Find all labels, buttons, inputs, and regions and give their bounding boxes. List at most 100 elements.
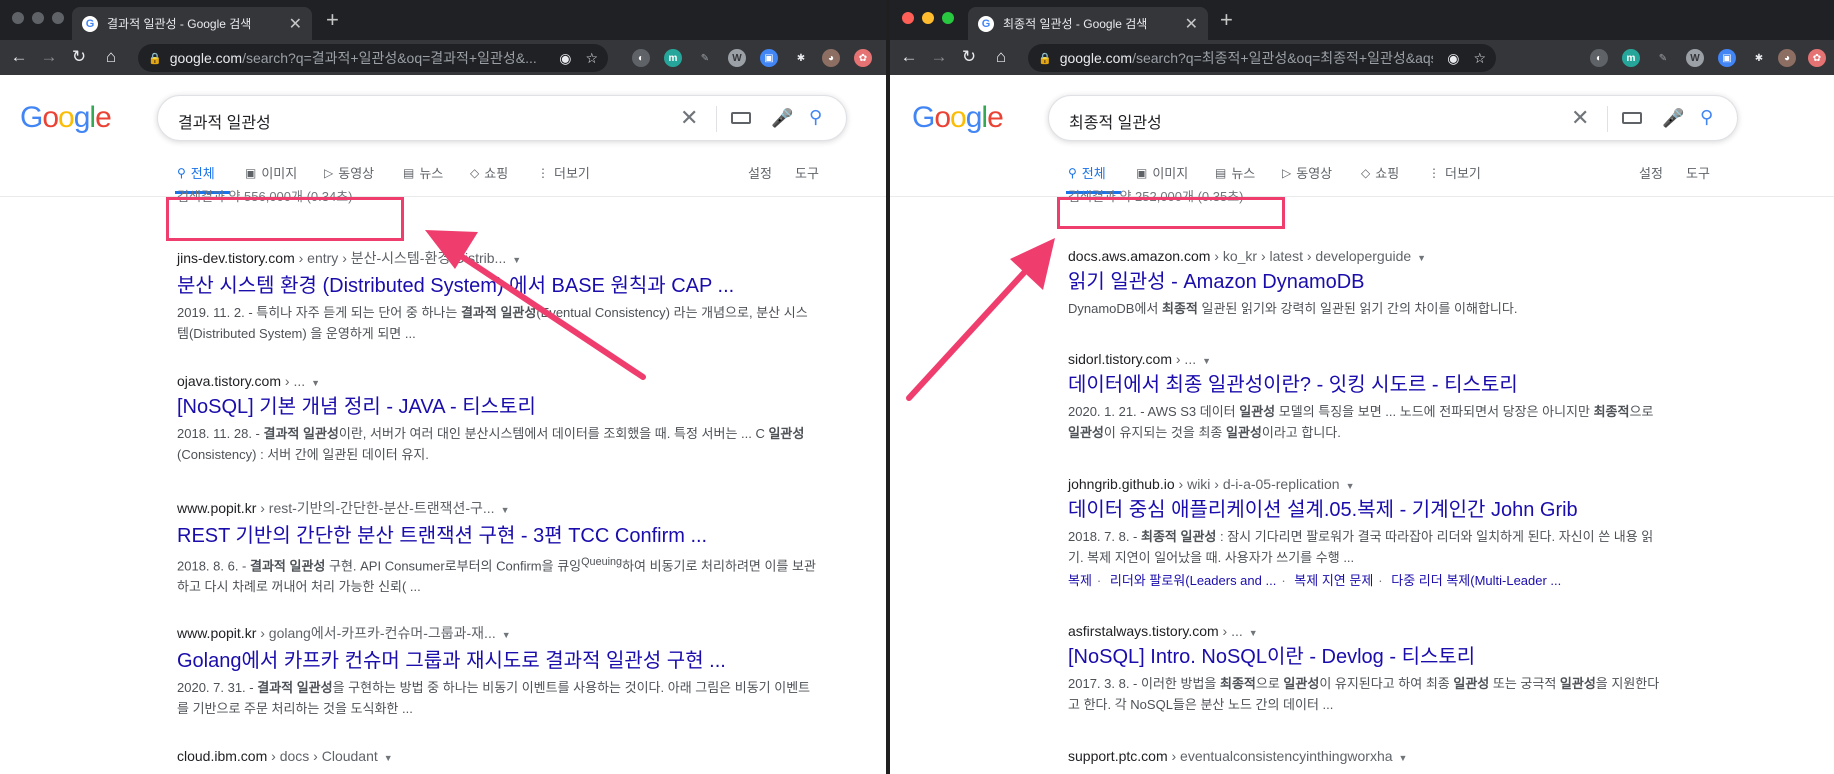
extensions-puzzle-icon[interactable]: ✱ xyxy=(1750,49,1768,67)
tab-videos[interactable]: ▷ 동영상 xyxy=(1282,163,1332,182)
back-icon[interactable]: ← xyxy=(898,46,920,68)
clear-icon[interactable]: ✕ xyxy=(680,105,698,131)
extension-icon[interactable]: ▣ xyxy=(1718,49,1736,67)
tab-more[interactable]: ⋮ 더보기 xyxy=(537,163,590,182)
chevron-down-icon[interactable]: ▼ xyxy=(1417,253,1426,263)
chevron-down-icon[interactable]: ▼ xyxy=(1249,628,1258,638)
close-tab-icon[interactable]: ✕ xyxy=(289,14,302,34)
google-logo[interactable]: Google xyxy=(912,101,1004,135)
new-tab-icon[interactable]: + xyxy=(1220,6,1233,34)
microphone-icon[interactable]: 🎤 xyxy=(771,108,793,129)
search-input[interactable]: 결과적 일관성 xyxy=(178,109,271,133)
chevron-down-icon[interactable]: ▼ xyxy=(311,378,320,388)
bookmark-star-icon[interactable]: ☆ xyxy=(1473,50,1486,67)
tools-link[interactable]: 도구 xyxy=(795,163,819,182)
chevron-down-icon[interactable]: ▼ xyxy=(1399,753,1408,763)
minimize-window-button[interactable] xyxy=(922,12,934,24)
sitelink[interactable]: 리더와 팔로워(Leaders and ... xyxy=(1110,573,1276,588)
result-title-link[interactable]: REST 기반의 간단한 분산 트랜잭션 구현 - 3편 TCC Confirm… xyxy=(177,523,817,549)
tab-videos[interactable]: ▷ 동영상 xyxy=(324,163,374,182)
extension-icon[interactable]: ✿ xyxy=(1808,49,1826,67)
maximize-window-button[interactable] xyxy=(52,12,64,24)
search-input[interactable]: 최종적 일관성 xyxy=(1069,109,1162,133)
tab-all[interactable]: ⚲ 전체 xyxy=(177,163,215,182)
chevron-down-icon[interactable]: ▼ xyxy=(502,630,511,640)
microphone-icon[interactable]: 🎤 xyxy=(1662,108,1684,129)
result-title-link[interactable]: 읽기 일관성 - Amazon DynamoDB xyxy=(1068,269,1668,295)
tab-more[interactable]: ⋮ 더보기 xyxy=(1428,163,1481,182)
tab-shopping[interactable]: ◇ 쇼핑 xyxy=(470,163,508,182)
sitelink[interactable]: 복제 xyxy=(1068,573,1092,588)
settings-link[interactable]: 설정 xyxy=(1639,163,1663,182)
settings-link[interactable]: 설정 xyxy=(748,163,772,182)
result-url[interactable]: www.popit.kr › golang에서-카프카-컨슈머-그룹과-재...… xyxy=(177,623,817,643)
back-icon[interactable]: ← xyxy=(8,46,30,68)
wordpress-icon[interactable]: W xyxy=(1686,49,1704,67)
result-url[interactable]: johngrib.github.io › wiki › d-i-a-05-rep… xyxy=(1068,476,1668,492)
chevron-down-icon[interactable]: ▼ xyxy=(1346,481,1355,491)
address-bar[interactable]: 🔒 google.com/search?q=최종적+일관성&oq=최종적+일관성… xyxy=(1028,44,1496,72)
wordpress-icon[interactable]: W xyxy=(728,49,746,67)
extension-icon[interactable]: ◐ xyxy=(1590,49,1608,67)
browser-tab[interactable]: G 결과적 일관성 - Google 검색 ✕ xyxy=(72,7,312,40)
result-title-link[interactable]: 분산 시스템 환경 (Distributed System) 에서 BASE 원… xyxy=(177,273,817,299)
extension-icon[interactable]: ✿ xyxy=(854,49,872,67)
search-box[interactable]: 최종적 일관성 ✕ 🎤 ⚲ xyxy=(1048,95,1738,141)
result-title-link[interactable]: Golang에서 카프카 컨슈머 그룹과 재시도로 결과적 일관성 구현 ... xyxy=(177,648,817,674)
tab-news[interactable]: ▤ 뉴스 xyxy=(403,163,443,182)
result-title-link[interactable]: 데이터에서 최종 일관성이란? - 잇킹 시도르 - 티스토리 xyxy=(1068,372,1668,398)
close-window-button[interactable] xyxy=(12,12,24,24)
tab-shopping[interactable]: ◇ 쇼핑 xyxy=(1361,163,1399,182)
forward-icon[interactable]: → xyxy=(928,46,950,68)
browser-tab[interactable]: G 최종적 일관성 - Google 검색 ✕ xyxy=(968,7,1208,40)
forward-icon[interactable]: → xyxy=(38,46,60,68)
tab-images[interactable]: ▣ 이미지 xyxy=(245,163,297,182)
profile-avatar[interactable]: ◕ xyxy=(822,49,840,67)
chevron-down-icon[interactable]: ▼ xyxy=(501,505,510,515)
home-icon[interactable]: ⌂ xyxy=(100,46,122,68)
clear-icon[interactable]: ✕ xyxy=(1571,105,1589,131)
sitelink[interactable]: 다중 리더 복제(Multi-Leader ... xyxy=(1391,573,1561,588)
extensions-puzzle-icon[interactable]: ✱ xyxy=(792,49,810,67)
sitelink[interactable]: 복제 지연 문제 xyxy=(1294,573,1373,588)
home-icon[interactable]: ⌂ xyxy=(990,46,1012,68)
search-icon[interactable]: ⚲ xyxy=(809,107,822,128)
result-url[interactable]: sidorl.tistory.com › ... ▼ xyxy=(1068,351,1668,367)
location-icon[interactable]: ◉ xyxy=(1447,50,1459,67)
result-url[interactable]: jins-dev.tistory.com › entry › 분산-시스템-환경… xyxy=(177,248,817,268)
result-url[interactable]: docs.aws.amazon.com › ko_kr › latest › d… xyxy=(1068,248,1668,264)
reload-icon[interactable]: ↻ xyxy=(958,46,980,68)
result-title-link[interactable]: [NoSQL] Intro. NoSQL이란 - Devlog - 티스토리 xyxy=(1068,644,1668,670)
chevron-down-icon[interactable]: ▼ xyxy=(384,753,393,763)
chevron-down-icon[interactable]: ▼ xyxy=(512,255,521,265)
search-icon[interactable]: ⚲ xyxy=(1700,107,1713,128)
tools-link[interactable]: 도구 xyxy=(1686,163,1710,182)
chevron-down-icon[interactable]: ▼ xyxy=(1202,356,1211,366)
pen-extension-icon[interactable]: ✎ xyxy=(696,49,714,67)
google-logo[interactable]: Google xyxy=(20,101,112,135)
result-url[interactable]: support.ptc.com › eventualconsistencyint… xyxy=(1068,748,1668,764)
result-url[interactable]: cloud.ibm.com › docs › Cloudant ▼ xyxy=(177,748,817,764)
reload-icon[interactable]: ↻ xyxy=(68,46,90,68)
result-title-link[interactable]: 데이터 중심 애플리케이션 설계.05.복제 - 기계인간 John Grib xyxy=(1068,497,1668,523)
profile-avatar[interactable]: ◕ xyxy=(1778,49,1796,67)
result-url[interactable]: ojava.tistory.com › ... ▼ xyxy=(177,373,817,389)
pen-extension-icon[interactable]: ✎ xyxy=(1654,49,1672,67)
extension-icon[interactable]: m xyxy=(664,49,682,67)
minimize-window-button[interactable] xyxy=(32,12,44,24)
extension-icon[interactable]: ◐ xyxy=(632,49,650,67)
search-box[interactable]: 결과적 일관성 ✕ 🎤 ⚲ xyxy=(157,95,847,141)
result-title-link[interactable]: [NoSQL] 기본 개념 정리 - JAVA - 티스토리 xyxy=(177,394,817,420)
keyboard-icon[interactable] xyxy=(1622,112,1642,124)
address-bar[interactable]: 🔒 google.com/search?q=결과적+일관성&oq=결과적+일관성… xyxy=(138,44,608,72)
tab-all[interactable]: ⚲ 전체 xyxy=(1068,163,1106,182)
extension-icon[interactable]: m xyxy=(1622,49,1640,67)
maximize-window-button[interactable] xyxy=(942,12,954,24)
close-window-button[interactable] xyxy=(902,12,914,24)
location-icon[interactable]: ◉ xyxy=(559,50,571,67)
tab-news[interactable]: ▤ 뉴스 xyxy=(1215,163,1255,182)
tab-images[interactable]: ▣ 이미지 xyxy=(1136,163,1188,182)
extension-icon[interactable]: ▣ xyxy=(760,49,778,67)
result-url[interactable]: www.popit.kr › rest-기반의-간단한-분산-트랜잭션-구...… xyxy=(177,498,817,518)
new-tab-icon[interactable]: + xyxy=(326,6,339,34)
